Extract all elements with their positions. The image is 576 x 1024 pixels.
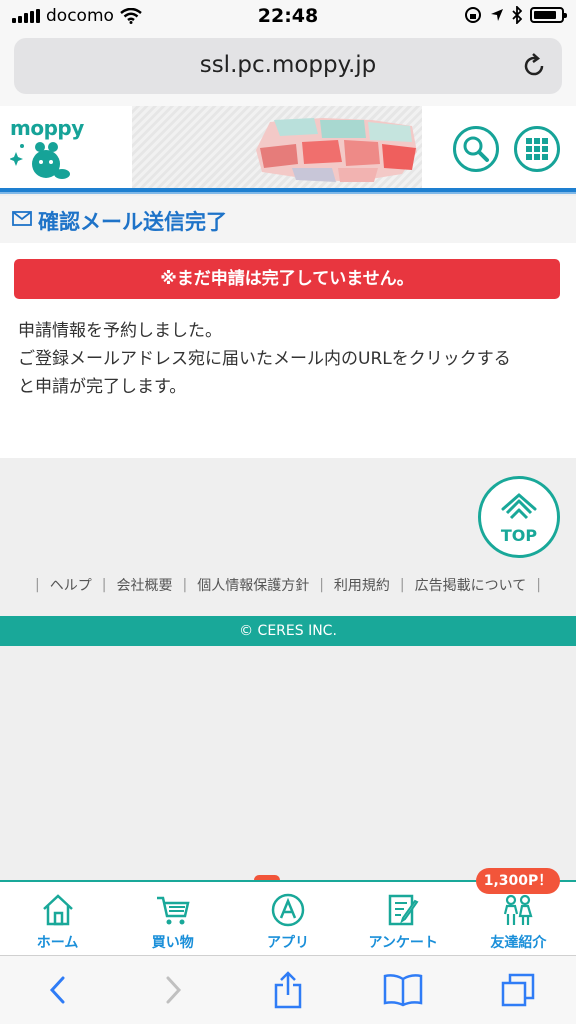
app-icon bbox=[271, 893, 305, 927]
location-icon bbox=[491, 9, 503, 21]
footer-link-terms[interactable]: 利用規約 bbox=[334, 575, 390, 595]
footer-link-help[interactable]: ヘルプ bbox=[50, 575, 92, 595]
main-content: ※まだ申請は完了していません。 申請情報を予約しました。 ご登録メールアドレス宛… bbox=[0, 243, 576, 458]
copyright: © CERES INC. bbox=[0, 616, 576, 646]
reward-badge: 1,300P！ bbox=[476, 868, 560, 894]
mail-icon bbox=[12, 211, 32, 226]
nav-item-shopping[interactable]: 買い物 bbox=[115, 882, 230, 955]
grid-menu-icon bbox=[526, 138, 548, 160]
forward-button[interactable] bbox=[151, 968, 195, 1012]
survey-icon bbox=[388, 894, 419, 926]
message-line: 申請情報を予約しました。 bbox=[18, 321, 222, 341]
back-button[interactable] bbox=[36, 968, 80, 1012]
orientation-lock-icon bbox=[465, 7, 481, 23]
chevron-up-icon bbox=[501, 493, 537, 520]
mascot-icon bbox=[10, 142, 70, 179]
moppy-logo[interactable]: moppy bbox=[10, 116, 85, 184]
status-icons bbox=[464, 6, 567, 24]
home-icon bbox=[42, 894, 73, 926]
cart-icon bbox=[156, 896, 190, 925]
footer-link-advertising[interactable]: 広告掲載について bbox=[415, 575, 527, 595]
footer-link-privacy[interactable]: 個人情報保護方針 bbox=[197, 575, 309, 595]
footer-link-company[interactable]: 会社概要 bbox=[116, 575, 172, 595]
status-bar: docomo 22:48 bbox=[0, 0, 576, 34]
search-button[interactable] bbox=[453, 126, 499, 172]
friends-icon bbox=[504, 894, 533, 925]
browser-address-area: ssl.pc.moppy.jp bbox=[0, 34, 576, 106]
message-text: 申請情報を予約しました。 ご登録メールアドレス宛に届いたメール内のURLをクリッ… bbox=[18, 317, 511, 401]
nav-item-app[interactable]: アプリ bbox=[230, 882, 345, 955]
share-icon bbox=[274, 971, 302, 1009]
scroll-top-label: TOP bbox=[500, 526, 538, 545]
section-header: 確認メール送信完了 bbox=[0, 196, 576, 243]
nav-item-home[interactable]: ホーム bbox=[0, 882, 115, 955]
url-text[interactable]: ssl.pc.moppy.jp bbox=[14, 52, 562, 78]
battery-icon bbox=[530, 7, 567, 23]
header-divider bbox=[0, 188, 576, 194]
reload-icon[interactable] bbox=[520, 52, 548, 80]
nav-label: 友達紹介 bbox=[490, 935, 547, 951]
nav-item-survey[interactable]: アンケート bbox=[346, 882, 461, 955]
address-bar[interactable]: ssl.pc.moppy.jp bbox=[14, 38, 562, 94]
share-button[interactable] bbox=[266, 968, 310, 1012]
browser-toolbar bbox=[0, 955, 576, 1024]
nav-label: ホーム bbox=[36, 935, 79, 951]
nav-label: アンケート bbox=[368, 935, 438, 951]
tabs-button[interactable] bbox=[496, 968, 540, 1012]
footer-links: | ヘルプ | 会社概要 | 個人情報保護方針 | 利用規約 | 広告掲載につい… bbox=[35, 575, 541, 595]
chevron-left-icon bbox=[49, 976, 65, 1004]
map-graphic bbox=[256, 118, 417, 182]
site-header: moppy bbox=[0, 106, 576, 188]
message-line: と申請が完了します。 bbox=[18, 377, 187, 397]
bookmarks-button[interactable] bbox=[381, 968, 425, 1012]
scroll-top-button[interactable]: TOP bbox=[478, 476, 560, 558]
nav-label: アプリ bbox=[267, 935, 309, 951]
logo-text: moppy bbox=[10, 116, 84, 140]
ad-banner[interactable] bbox=[132, 106, 422, 188]
chevron-right-icon bbox=[166, 976, 181, 1004]
search-icon bbox=[463, 136, 489, 162]
message-line: ご登録メールアドレス宛に届いたメール内のURLをクリックする bbox=[18, 349, 511, 369]
tabs-icon bbox=[502, 973, 535, 1007]
nav-label: 買い物 bbox=[151, 935, 194, 951]
book-icon bbox=[383, 974, 423, 1007]
bluetooth-icon bbox=[512, 6, 522, 24]
page-title: 確認メール送信完了 bbox=[38, 210, 227, 234]
alert-banner: ※まだ申請は完了していません。 bbox=[14, 259, 560, 299]
menu-button[interactable] bbox=[514, 126, 560, 172]
